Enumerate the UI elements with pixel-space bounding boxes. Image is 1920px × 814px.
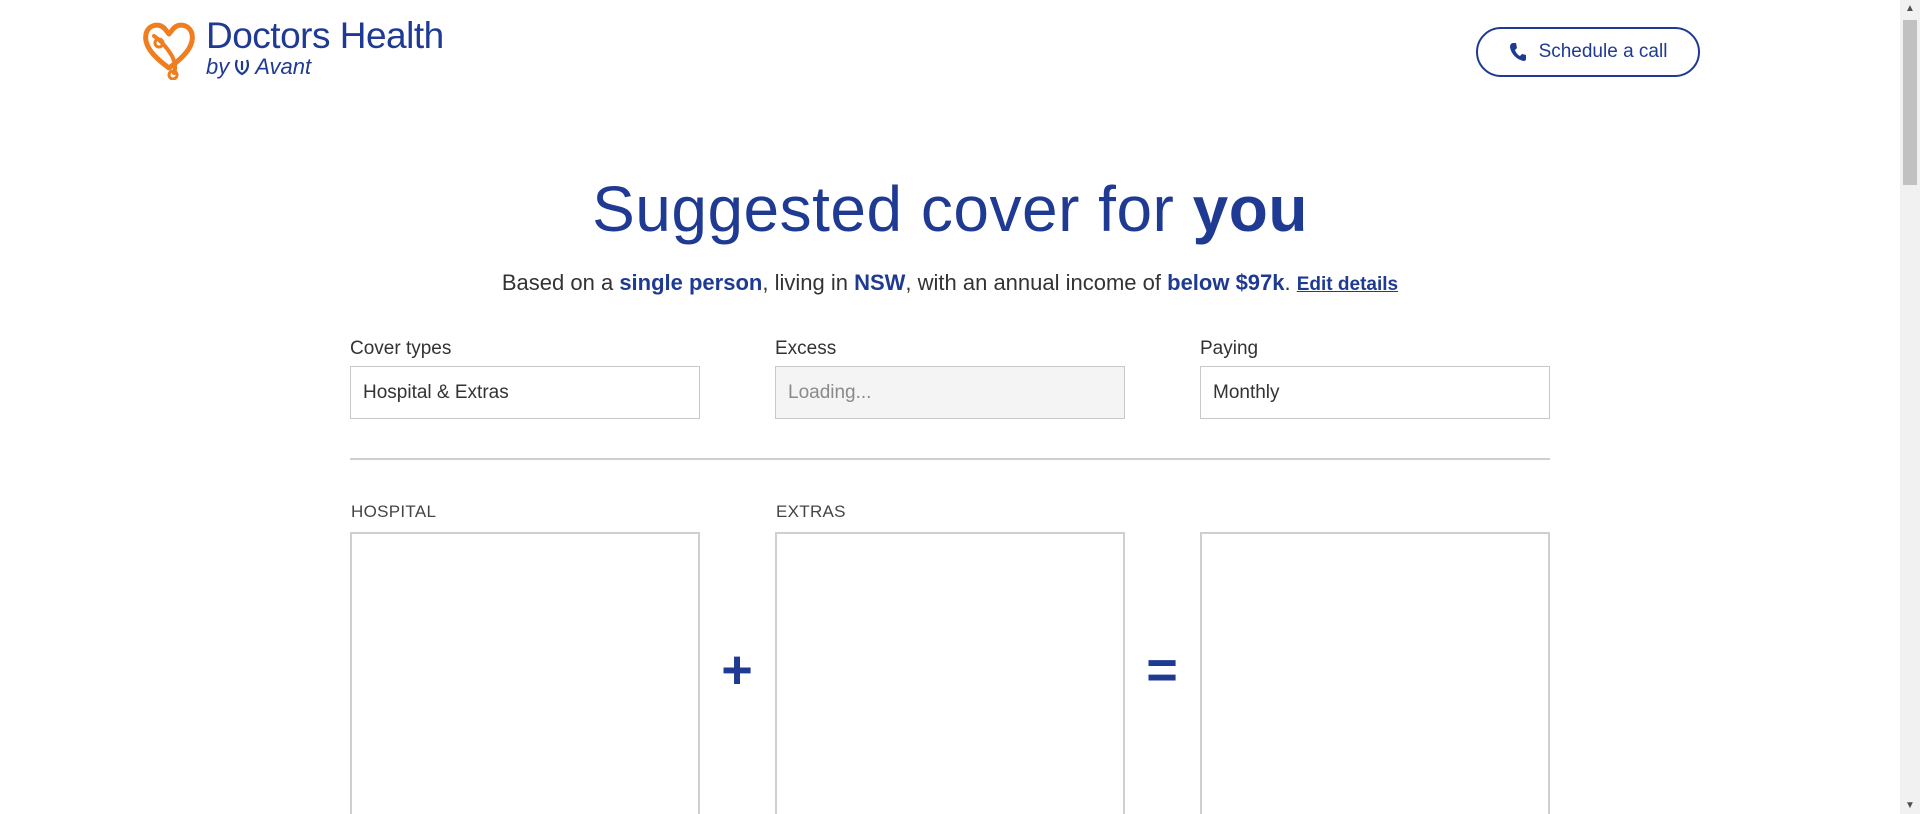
- hospital-panel: [350, 532, 700, 814]
- extras-panel: [775, 532, 1125, 814]
- hospital-column-label: HOSPITAL: [351, 502, 437, 521]
- cover-types-filter: Cover types Hospital & Extras: [350, 338, 700, 419]
- page-title: Suggested cover for you: [0, 172, 1900, 246]
- schedule-call-label: Schedule a call: [1538, 41, 1668, 62]
- paying-filter: Paying Monthly: [1200, 338, 1550, 419]
- vertical-scrollbar[interactable]: ▲ ▼: [1900, 0, 1920, 814]
- summary-state: NSW: [854, 270, 906, 295]
- summary-text-4: .: [1284, 270, 1297, 295]
- summary-text-1: Based on a: [501, 270, 620, 295]
- section-divider: [350, 458, 1550, 460]
- summary-income: below $97k: [1167, 270, 1285, 295]
- brand-sub-name: Avant: [255, 54, 312, 79]
- paying-select[interactable]: Monthly: [1200, 366, 1550, 419]
- scroll-thumb[interactable]: [1903, 20, 1917, 185]
- cover-types-label: Cover types: [350, 338, 452, 359]
- brand-logo[interactable]: Doctors Health by Avant: [140, 16, 460, 82]
- scroll-down-arrow-icon[interactable]: ▼: [1900, 797, 1920, 814]
- extras-column-label: EXTRAS: [776, 502, 846, 521]
- excess-filter: Excess Loading...: [775, 338, 1125, 419]
- excess-select[interactable]: Loading...: [775, 366, 1125, 419]
- schedule-call-button[interactable]: Schedule a call: [1476, 27, 1700, 77]
- site-header: Doctors Health by Avant Schedule a call: [0, 0, 1900, 100]
- paying-label: Paying: [1200, 338, 1259, 359]
- brand-name: Doctors Health: [206, 15, 444, 56]
- summary-person: single person: [619, 270, 763, 295]
- phone-icon: [1509, 43, 1526, 61]
- scroll-up-arrow-icon[interactable]: ▲: [1900, 0, 1920, 17]
- edit-details-link[interactable]: Edit details: [1297, 274, 1398, 295]
- cover-types-select[interactable]: Hospital & Extras: [350, 366, 700, 419]
- title-regular: Suggested cover for: [592, 173, 1193, 245]
- title-bold: you: [1192, 173, 1308, 245]
- summary-text-2: , living in: [762, 270, 855, 295]
- total-panel: [1200, 532, 1550, 814]
- heart-stethoscope-icon: [143, 22, 195, 80]
- brand-sub-prefix: by: [206, 54, 230, 79]
- excess-label: Excess: [775, 338, 837, 359]
- brand-subtitle: by Avant: [206, 56, 444, 78]
- cover-summary: Based on a single person, living in NSW,…: [0, 270, 1900, 296]
- plus-sign: +: [721, 640, 753, 700]
- summary-text-3: , with an annual income of: [905, 270, 1168, 295]
- equals-sign: =: [1146, 640, 1178, 700]
- avant-icon: [235, 59, 250, 76]
